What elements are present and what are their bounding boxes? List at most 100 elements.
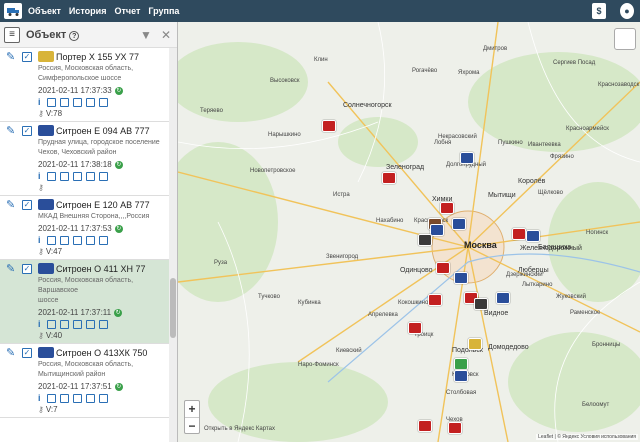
- vehicle-marker-icon[interactable]: [454, 272, 468, 284]
- map-place-label: Раменское: [570, 310, 601, 316]
- key-icon: ⚷: [38, 405, 44, 414]
- vehicle-marker-icon[interactable]: [382, 172, 396, 184]
- user-icon[interactable]: ●: [620, 3, 634, 19]
- filter-icon[interactable]: ▼: [139, 28, 153, 42]
- menu-object[interactable]: Объект: [28, 6, 61, 16]
- vehicle-address: Прудная улица, городское поселение Чехов,…: [38, 139, 160, 156]
- list-item[interactable]: ✎ ✓ Ситроен О 413ХК 750 Россия, Московск…: [0, 344, 170, 418]
- vehicle-marker-icon[interactable]: [448, 422, 462, 434]
- message-icon[interactable]: [86, 394, 95, 403]
- report-icon[interactable]: [60, 98, 69, 107]
- visibility-checkbox[interactable]: ✓: [22, 126, 32, 136]
- edit-icon[interactable]: ✎: [6, 200, 17, 211]
- sidebar-scrollbar[interactable]: [169, 48, 177, 442]
- vehicle-marker-icon[interactable]: [512, 228, 526, 240]
- menu-toggle-button[interactable]: ≡: [4, 26, 20, 43]
- track-icon[interactable]: [47, 172, 56, 181]
- map-view[interactable]: + − Открыть в Яндекс Картах Leaflet | © …: [178, 22, 640, 442]
- document-icon[interactable]: [99, 320, 108, 329]
- info-icon[interactable]: i: [38, 172, 43, 181]
- document-icon[interactable]: [99, 236, 108, 245]
- edit-icon[interactable]: ✎: [6, 348, 17, 359]
- info-icon[interactable]: i: [38, 98, 43, 107]
- menu-group[interactable]: Группа: [148, 6, 179, 16]
- message-icon[interactable]: [86, 320, 95, 329]
- vehicle-marker-icon[interactable]: [428, 294, 442, 306]
- message-icon[interactable]: [86, 98, 95, 107]
- report-icon[interactable]: [60, 394, 69, 403]
- copy-icon[interactable]: [73, 98, 82, 107]
- info-icon[interactable]: i: [38, 320, 43, 329]
- track-icon[interactable]: [47, 394, 56, 403]
- vehicle-name[interactable]: Ситроен Е 120 АВ 777: [56, 200, 150, 210]
- track-icon[interactable]: [47, 236, 56, 245]
- vehicle-name[interactable]: Ситроен О 413ХК 750: [56, 348, 147, 358]
- document-icon[interactable]: [99, 98, 108, 107]
- vehicle-marker-icon[interactable]: [454, 358, 468, 370]
- document-icon[interactable]: [99, 394, 108, 403]
- copy-icon[interactable]: [73, 172, 82, 181]
- vehicle-marker-icon[interactable]: [436, 262, 450, 274]
- message-icon[interactable]: [86, 172, 95, 181]
- voltage-value: V:47: [45, 247, 63, 256]
- voltage-row: ⚷ V:78: [38, 109, 168, 118]
- vehicle-icon: [38, 199, 54, 210]
- vehicle-marker-icon[interactable]: [452, 218, 466, 230]
- close-icon[interactable]: ✕: [159, 28, 173, 42]
- copy-icon[interactable]: [73, 394, 82, 403]
- edit-icon[interactable]: ✎: [6, 52, 17, 63]
- copy-icon[interactable]: [73, 236, 82, 245]
- map-place-label: Киевский: [336, 348, 362, 354]
- list-item[interactable]: ✎ ✓ Ситроен Е 120 АВ 777 МКАД Внешняя Ст…: [0, 196, 170, 260]
- vehicle-marker-icon[interactable]: [418, 234, 432, 246]
- map-place-label: Высоковск: [270, 78, 300, 84]
- document-icon[interactable]: [99, 172, 108, 181]
- visibility-checkbox[interactable]: ✓: [22, 52, 32, 62]
- report-icon[interactable]: [60, 320, 69, 329]
- help-icon[interactable]: ?: [69, 30, 80, 41]
- message-icon[interactable]: [86, 236, 95, 245]
- menu-history[interactable]: История: [69, 6, 107, 16]
- layers-button[interactable]: [614, 28, 636, 50]
- vehicle-marker-icon[interactable]: [460, 152, 474, 164]
- vehicle-marker-icon[interactable]: [468, 338, 482, 350]
- vehicle-marker-icon[interactable]: [454, 370, 468, 382]
- vehicle-name[interactable]: Ситроен О 411 ХН 77: [56, 264, 146, 274]
- edit-icon[interactable]: ✎: [6, 264, 17, 275]
- billing-icon[interactable]: $: [592, 3, 606, 19]
- vehicle-name[interactable]: Ситроен Е 094 АВ 777: [56, 126, 150, 136]
- report-icon[interactable]: [60, 172, 69, 181]
- vehicle-name[interactable]: Портер Х 155 УХ 77: [56, 52, 139, 62]
- map-place-label: Кокошкино: [398, 300, 429, 306]
- visibility-checkbox[interactable]: ✓: [22, 200, 32, 210]
- vehicle-marker-icon[interactable]: [322, 120, 336, 132]
- list-item[interactable]: ✎ ✓ Ситроен Е 094 АВ 777 Прудная улица, …: [0, 122, 170, 196]
- visibility-checkbox[interactable]: ✓: [22, 264, 32, 274]
- report-icon[interactable]: [60, 236, 69, 245]
- map-place-label: Звенигород: [326, 254, 359, 260]
- app-logo[interactable]: [4, 3, 22, 19]
- vehicle-marker-icon[interactable]: [496, 292, 510, 304]
- zoom-out-button[interactable]: −: [185, 417, 199, 433]
- vehicle-marker-icon[interactable]: [418, 420, 432, 432]
- menu-report[interactable]: Отчет: [114, 6, 140, 16]
- list-item[interactable]: ✎ ✓ Ситроен О 411 ХН 77 Россия, Московск…: [0, 260, 170, 344]
- zoom-in-button[interactable]: +: [185, 401, 199, 417]
- track-icon[interactable]: [47, 98, 56, 107]
- vehicle-marker-icon[interactable]: [430, 224, 444, 236]
- edit-icon[interactable]: ✎: [6, 126, 17, 137]
- track-icon[interactable]: [47, 320, 56, 329]
- vehicle-marker-icon[interactable]: [440, 202, 454, 214]
- list-item[interactable]: ✎ ✓ Портер Х 155 УХ 77 Россия, Московска…: [0, 48, 170, 122]
- voltage-row: ⚷: [38, 183, 168, 192]
- info-icon[interactable]: i: [38, 394, 43, 403]
- vehicle-marker-icon[interactable]: [474, 298, 488, 310]
- vehicle-marker-icon[interactable]: [408, 322, 422, 334]
- open-in-yandex-link[interactable]: Открыть в Яндекс Картах: [204, 426, 275, 432]
- vehicle-marker-icon[interactable]: [526, 230, 540, 242]
- info-icon[interactable]: i: [38, 236, 43, 245]
- map-place-label: Теряево: [200, 108, 223, 114]
- scrollbar-thumb[interactable]: [170, 278, 176, 338]
- copy-icon[interactable]: [73, 320, 82, 329]
- visibility-checkbox[interactable]: ✓: [22, 348, 32, 358]
